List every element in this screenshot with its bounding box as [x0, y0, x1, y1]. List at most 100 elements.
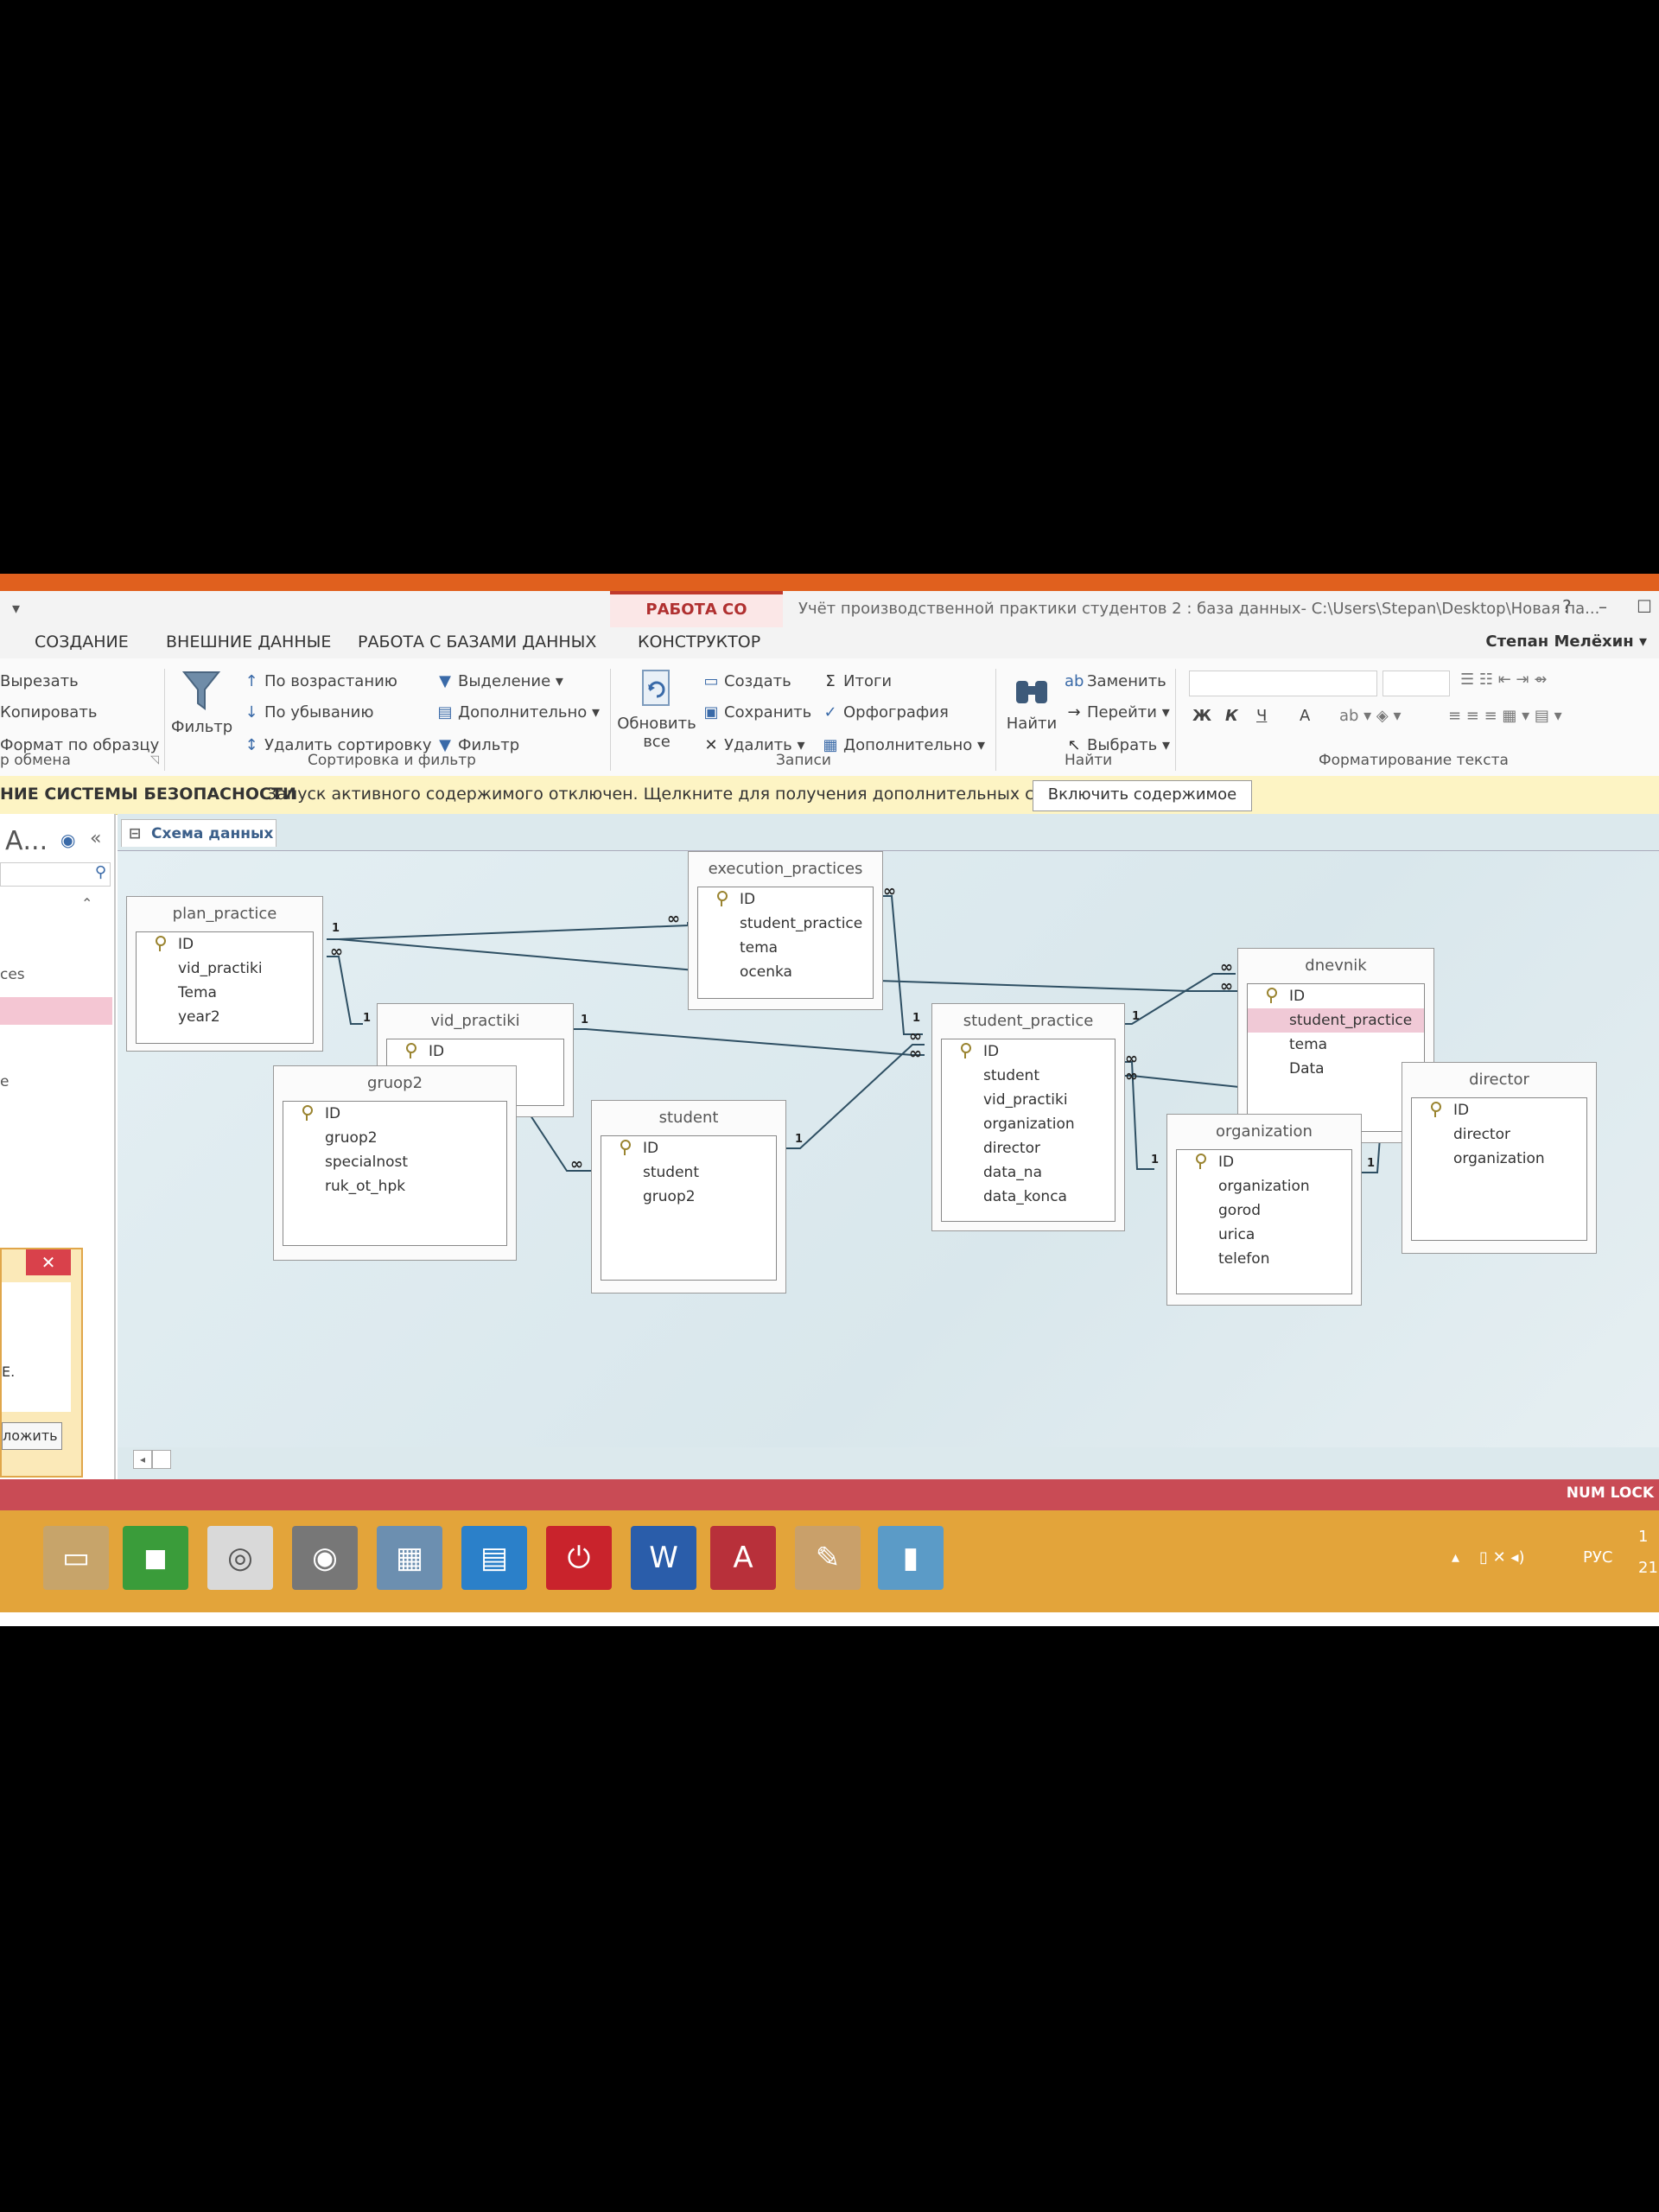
filter-big-button[interactable]: Фильтр	[171, 667, 232, 736]
field-row[interactable]: Tema	[137, 981, 313, 1005]
field-row[interactable]: tema	[698, 936, 873, 960]
field-primary-key[interactable]: ID	[601, 1136, 776, 1160]
spelling-button[interactable]: ✓ Орфография	[821, 703, 948, 721]
document-app-icon[interactable]: ▤	[461, 1526, 527, 1590]
table-student-practice[interactable]: student_practice ID student vid_practiki…	[931, 1003, 1125, 1231]
speaker-icon[interactable]: ◉	[292, 1526, 358, 1590]
field-row[interactable]: data_konca	[942, 1185, 1115, 1209]
font-name-select[interactable]	[1189, 671, 1377, 696]
user-name[interactable]: Степан Мелёхин ▾	[1485, 632, 1647, 651]
field-row[interactable]: vid_practiki	[942, 1088, 1115, 1112]
totals-button[interactable]: Σ Итоги	[821, 672, 892, 690]
field-row[interactable]: ruk_ot_hpk	[283, 1174, 506, 1198]
save-record-button[interactable]: ▣ Сохранить	[702, 703, 811, 721]
quick-access-toolbar[interactable]: ▾	[12, 600, 20, 618]
tab-relationships-diagram[interactable]: ⊟ Схема данных	[121, 819, 276, 847]
clipboard-launcher-icon[interactable]: ◹	[150, 753, 159, 766]
field-row[interactable]: gorod	[1177, 1198, 1351, 1223]
relationships-canvas[interactable]: 1 ∞ ∞ ∞ ∞ ∞ 1 1 1 ∞ ∞ 1 ∞ ∞ 1 ∞ 1 1 ∞ 1 …	[118, 850, 1659, 1447]
enable-content-button[interactable]: Включить содержимое	[1033, 780, 1252, 811]
goto-button[interactable]: → Перейти ▾	[1065, 703, 1169, 721]
security-message[interactable]: Запуск активного содержимого отключен. Щ…	[266, 785, 1112, 804]
selection-button[interactable]: ▼ Выделение ▾	[435, 672, 563, 690]
field-row[interactable]: vid_practiki	[137, 957, 313, 981]
underline-button[interactable]: Ч	[1256, 707, 1267, 725]
field-row[interactable]: data_na	[942, 1160, 1115, 1185]
minimize-button[interactable]: –	[1599, 596, 1607, 617]
field-primary-key[interactable]: ID	[387, 1039, 563, 1064]
tab-create[interactable]: СОЗДАНИЕ	[35, 632, 129, 652]
table-plan-practice[interactable]: plan_practice ID vid_practiki Tema year2	[126, 896, 323, 1052]
field-row[interactable]: Data	[1248, 1057, 1424, 1081]
more-records-button[interactable]: ▦ Дополнительно ▾	[821, 736, 985, 754]
tray-icons[interactable]: ▯ ✕ ◂)	[1479, 1548, 1525, 1567]
table-execution-practices[interactable]: execution_practices ID student_practice …	[688, 851, 883, 1010]
field-row[interactable]: gruop2	[601, 1185, 776, 1209]
bold-button[interactable]: Ж	[1192, 707, 1211, 725]
field-row[interactable]: year2	[137, 1005, 313, 1029]
chevron-up-icon[interactable]: ⌃	[81, 895, 92, 912]
help-button[interactable]: ?	[1562, 596, 1572, 617]
tray-chevron-icon[interactable]: ▴	[1452, 1548, 1459, 1567]
field-primary-key[interactable]: ID	[1248, 984, 1424, 1008]
highlight-icons[interactable]: ab ▾ ◈ ▾	[1339, 707, 1402, 725]
sort-ascending-button[interactable]: ↑ По возрастанию	[242, 672, 397, 690]
field-row[interactable]: director	[1412, 1122, 1586, 1147]
nav-title[interactable]: А...	[5, 826, 48, 856]
nav-selected-item[interactable]	[0, 997, 112, 1025]
field-primary-key[interactable]: ID	[1177, 1150, 1351, 1174]
access-icon[interactable]: A	[710, 1526, 776, 1590]
list-icons[interactable]: ☰ ☷ ⇤ ⇥ ⇴	[1460, 671, 1547, 689]
field-row[interactable]: urica	[1177, 1223, 1351, 1247]
nav-search-input[interactable]: ⚲	[0, 862, 111, 887]
tab-database-tools[interactable]: РАБОТА С БАЗАМИ ДАННЫХ	[358, 632, 596, 652]
field-primary-key[interactable]: ID	[698, 887, 873, 912]
field-primary-key[interactable]: ID	[1412, 1098, 1586, 1122]
disc-icon[interactable]: ◎	[207, 1526, 273, 1590]
field-row[interactable]: tema	[1248, 1033, 1424, 1057]
advanced-filter-button[interactable]: ▤ Дополнительно ▾	[435, 703, 600, 721]
table-student[interactable]: student ID student gruop2	[591, 1100, 786, 1294]
field-row[interactable]: student	[942, 1064, 1115, 1088]
table-gruop2[interactable]: gruop2 ID gruop2 specialnost ruk_ot_hpk	[273, 1065, 517, 1261]
field-row-selected[interactable]: student_practice	[1248, 1008, 1424, 1033]
nav-item-ces[interactable]: ces	[0, 966, 25, 983]
field-row[interactable]: director	[942, 1136, 1115, 1160]
dialog-button[interactable]: ложить	[2, 1422, 62, 1450]
field-primary-key[interactable]: ID	[137, 932, 313, 957]
tab-design[interactable]: КОНСТРУКТОР	[638, 632, 760, 652]
language-indicator[interactable]: РУС	[1583, 1548, 1612, 1567]
clock-time[interactable]: 1	[1638, 1528, 1648, 1546]
store-icon[interactable]: ◼	[123, 1526, 188, 1590]
find-big-button[interactable]: Найти	[1001, 669, 1063, 733]
power-icon[interactable]: ⏻	[546, 1526, 612, 1590]
replace-button[interactable]: ab Заменить	[1065, 672, 1166, 690]
field-row[interactable]: ocenka	[698, 960, 873, 984]
font-size-select[interactable]	[1382, 671, 1450, 696]
align-icons[interactable]: ≡ ≡ ≡ ▦ ▾ ▤ ▾	[1448, 707, 1562, 725]
italic-button[interactable]: К	[1225, 707, 1238, 725]
tool-icon[interactable]: ✎	[795, 1526, 861, 1590]
table-director[interactable]: director ID director organization	[1402, 1062, 1597, 1254]
field-row[interactable]: specialnost	[283, 1150, 506, 1174]
field-row[interactable]: organization	[1177, 1174, 1351, 1198]
field-row[interactable]: student_practice	[698, 912, 873, 936]
refresh-all-button[interactable]: Обновить все	[615, 669, 698, 751]
copy-button[interactable]: Копировать	[0, 703, 97, 721]
window-app-icon[interactable]: ▮	[878, 1526, 944, 1590]
field-row[interactable]: telefon	[1177, 1247, 1351, 1271]
maximize-button[interactable]: ☐	[1637, 596, 1652, 617]
field-row[interactable]: organization	[942, 1112, 1115, 1136]
field-primary-key[interactable]: ID	[283, 1102, 506, 1126]
font-color-button[interactable]: A	[1300, 707, 1310, 725]
field-primary-key[interactable]: ID	[942, 1039, 1115, 1064]
field-row[interactable]: student	[601, 1160, 776, 1185]
tab-external-data[interactable]: ВНЕШНИЕ ДАННЫЕ	[166, 632, 331, 652]
scroll-left-button[interactable]: ◂	[133, 1450, 152, 1469]
new-record-button[interactable]: ▭ Создать	[702, 672, 791, 690]
close-icon[interactable]: ✕	[26, 1249, 71, 1275]
field-row[interactable]: gruop2	[283, 1126, 506, 1150]
collapse-icon[interactable]: «	[90, 828, 101, 849]
word-icon[interactable]: W	[631, 1526, 696, 1590]
sort-descending-button[interactable]: ↓ По убыванию	[242, 703, 373, 721]
